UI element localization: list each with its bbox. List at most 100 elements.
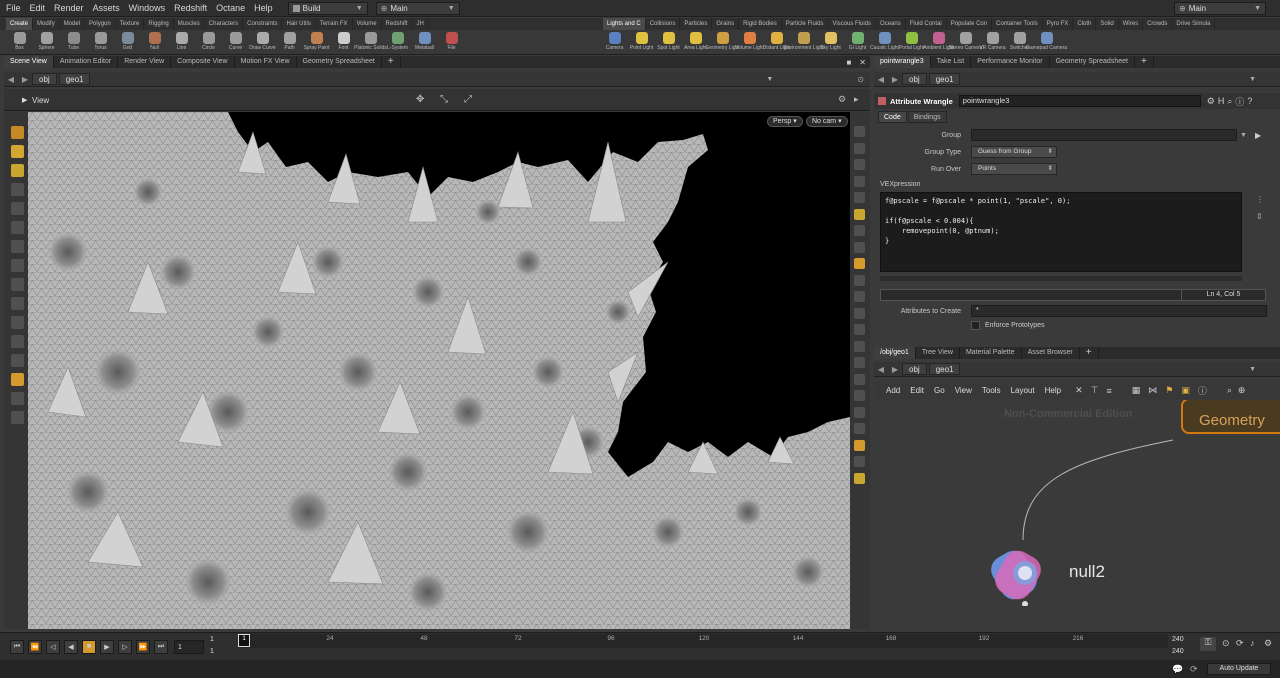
shelf-tab-container-tools[interactable]: Container Tools <box>992 18 1043 30</box>
brush-icon[interactable] <box>10 297 24 310</box>
scale-icon[interactable] <box>10 240 24 253</box>
jump-end-icon[interactable]: ⏭ <box>154 639 168 654</box>
grid-icon[interactable]: ▦ <box>1132 385 1141 396</box>
tool-gi-light[interactable]: GI Light <box>844 30 871 55</box>
step-back-icon[interactable]: ⏪ <box>28 639 42 654</box>
search-icon[interactable]: ⌕ <box>1227 385 1232 396</box>
shelf-tab-characters[interactable]: Characters <box>205 18 244 30</box>
view-tool-icon[interactable] <box>10 145 24 158</box>
shelf-tab-volume[interactable]: Volume <box>353 18 382 30</box>
stop-icon[interactable]: ■ <box>82 639 96 654</box>
tab-animation-editor[interactable]: Animation Editor <box>54 56 119 68</box>
list-icon[interactable]: ≡ <box>1106 386 1111 396</box>
add-tab-button[interactable]: + <box>1135 56 1154 68</box>
wrench-icon[interactable]: ✕ <box>1075 385 1083 396</box>
display-icon-15[interactable] <box>853 390 865 401</box>
forward-icon[interactable]: ▶ <box>18 75 32 84</box>
view-label[interactable]: View <box>32 96 49 105</box>
play-icon[interactable]: ▶ <box>100 639 114 654</box>
tool-stereo-camera[interactable]: Stereo Camera <box>949 30 982 55</box>
shelf-tab-redshift[interactable]: Redshift <box>382 18 413 30</box>
secure-icon[interactable] <box>10 392 24 405</box>
menu-add[interactable]: Add <box>886 386 900 395</box>
display-icon-1[interactable] <box>853 126 865 137</box>
step-forward-icon[interactable]: ⏩ <box>136 639 150 654</box>
handle-tool-icon[interactable] <box>10 164 24 177</box>
tab-motion-fx-view[interactable]: Motion FX View <box>235 56 297 68</box>
tab-geometry-spreadsheet[interactable]: Geometry Spreadsheet <box>297 56 382 68</box>
help-question-icon[interactable]: ? <box>1247 96 1252 106</box>
tab-render-view[interactable]: Render View <box>118 56 172 68</box>
camera-dolly-icon[interactable]: ⤡ <box>440 94 448 105</box>
tool-box[interactable]: Box <box>6 30 33 55</box>
pose-icon[interactable] <box>10 278 24 291</box>
forward-icon[interactable]: ▶ <box>888 75 902 84</box>
prev-key-icon[interactable]: ◁ <box>46 639 60 654</box>
camera-button[interactable]: No cam ▾ <box>806 116 848 127</box>
tool-volume-light[interactable]: Volume Light <box>735 30 764 55</box>
shelf-tab-jh[interactable]: JH <box>413 18 429 30</box>
menu-edit[interactable]: Edit <box>30 3 46 13</box>
tab-performance-monitor[interactable]: Performance Monitor <box>971 56 1050 68</box>
group-field[interactable] <box>971 129 1237 141</box>
tool-spot-light[interactable]: Spot Light <box>655 30 682 55</box>
loop-icon[interactable]: ⟳ <box>1236 638 1244 649</box>
tool-ambient-light[interactable]: Ambient Light <box>923 30 954 55</box>
persp-button[interactable]: Persp ▾ <box>767 116 803 127</box>
group-dropdown-icon[interactable]: ▼ <box>1240 132 1247 139</box>
tab-bindings[interactable]: Bindings <box>907 111 947 123</box>
display-options-icon[interactable]: ⚙ <box>838 94 846 105</box>
menu-layout[interactable]: Layout <box>1011 386 1035 395</box>
display-icon-19[interactable] <box>853 456 865 467</box>
display-icon-4[interactable] <box>853 175 865 187</box>
auto-update-button[interactable]: Auto Update <box>1207 663 1271 675</box>
display-icon-7[interactable] <box>853 241 865 253</box>
back-icon[interactable]: ◀ <box>874 365 888 374</box>
tool-curve[interactable]: Curve <box>222 30 249 55</box>
tool-sky-light[interactable]: Sky Light <box>817 30 844 55</box>
shelf-tab-particles[interactable]: Particles <box>680 18 713 30</box>
shelf-tab-constraints[interactable]: Constraints <box>243 18 283 30</box>
tool-area-light[interactable]: Area Light <box>682 30 709 55</box>
tool-path[interactable]: Path <box>276 30 303 55</box>
desktop-select[interactable]: Build ▼ <box>287 1 368 15</box>
path-geo1[interactable]: geo1 <box>928 73 961 85</box>
tool-grid[interactable]: Grid <box>114 30 141 55</box>
display-icon-16[interactable] <box>853 406 865 418</box>
tool-l-system[interactable]: L-System <box>384 30 411 55</box>
display-icon-3[interactable] <box>853 159 865 170</box>
right-shelf-set[interactable]: ⊕ Main ▼ <box>1174 1 1266 15</box>
maximize-icon[interactable]: ■ <box>842 58 855 67</box>
add-icon[interactable]: ⊕ <box>1238 385 1246 396</box>
display-icon-6[interactable] <box>853 225 865 236</box>
settings-icon[interactable]: ⚙ <box>1264 638 1272 649</box>
shelf-tab-viscous-fluids[interactable]: Viscous Fluids <box>828 18 877 30</box>
gear-icon[interactable]: ⚙ <box>1207 96 1215 107</box>
info-icon[interactable]: ⓘ <box>1235 95 1244 108</box>
tool-metaball[interactable]: Metaball <box>411 30 438 55</box>
tool-portal-light[interactable]: Portal Light <box>898 30 925 55</box>
display-icon-14[interactable] <box>853 373 865 385</box>
menu-redshift[interactable]: Redshift <box>174 3 207 13</box>
key-icon[interactable]: ⚿ <box>1200 637 1216 651</box>
realtime-icon[interactable]: ⊙ <box>1222 638 1230 649</box>
chat-icon[interactable]: 💬 <box>1172 664 1183 675</box>
chevron-down-icon[interactable]: ▼ <box>1249 366 1256 373</box>
camera-tumble-icon[interactable]: ✥ <box>416 94 424 105</box>
transform-icon[interactable] <box>10 259 24 272</box>
path-geo1[interactable]: geo1 <box>58 73 91 85</box>
cook-icon[interactable]: ⟳ <box>1190 664 1198 675</box>
menu-file[interactable]: File <box>6 3 21 13</box>
menu-help[interactable]: Help <box>1045 386 1061 395</box>
tool-font[interactable]: Font <box>330 30 357 55</box>
chevron-down-icon[interactable]: ▼ <box>1249 76 1256 83</box>
shelf-tab-rigging[interactable]: Rigging <box>144 18 174 30</box>
tool-null[interactable]: Null <box>141 30 168 55</box>
current-frame-field[interactable]: 1 <box>174 639 204 654</box>
flag-icon[interactable]: ⚑ <box>1165 385 1173 396</box>
shelf-tab-lights-and-c[interactable]: Lights and C <box>603 18 646 30</box>
left-shelf-set[interactable]: ⊕ Main ▼ <box>375 1 460 15</box>
shelf-tab-drive-simula[interactable]: Drive Simula <box>1172 18 1216 30</box>
lasso-icon[interactable] <box>10 316 24 329</box>
code-menu-icon[interactable]: ⋮ <box>1256 195 1264 204</box>
